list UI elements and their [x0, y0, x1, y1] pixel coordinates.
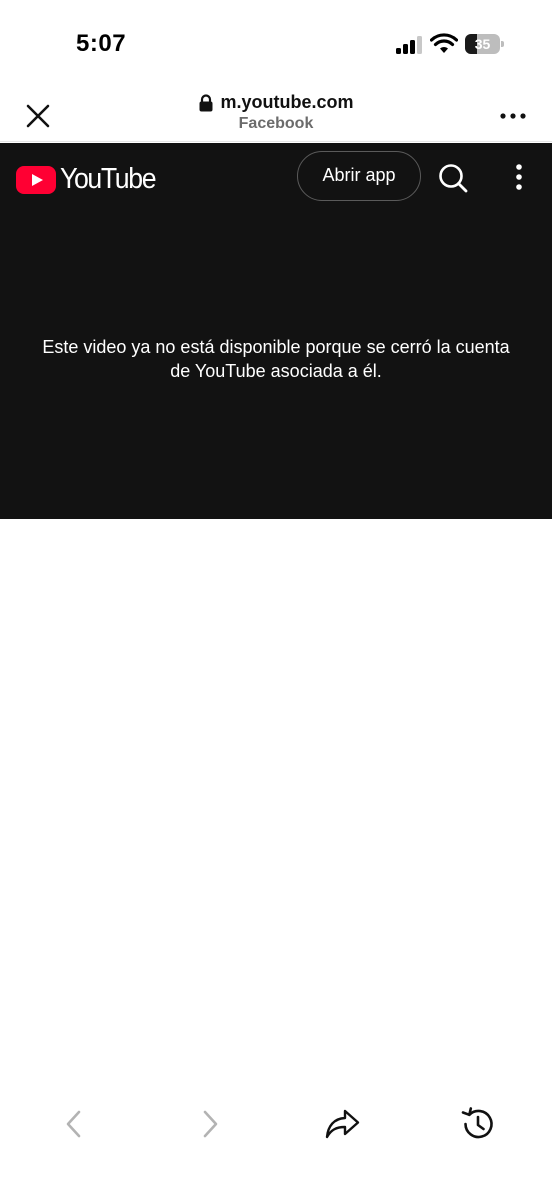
url-line: m.youtube.com [126, 92, 426, 113]
source-app-label: Facebook [238, 115, 314, 132]
share-icon[interactable] [323, 1104, 363, 1144]
cellular-signal-icon [396, 36, 424, 54]
youtube-logo-icon [16, 165, 56, 194]
close-icon[interactable] [22, 100, 54, 132]
vertical-dots-icon[interactable] [508, 162, 530, 192]
open-app-button[interactable]: Abrir app [297, 151, 421, 201]
forward-icon[interactable] [190, 1104, 230, 1144]
video-unavailable-message: Este video ya no está disponible porque … [16, 335, 536, 383]
wifi-icon [430, 33, 458, 53]
signal-bar [396, 48, 401, 54]
url-block[interactable]: m.youtube.com Facebook [126, 92, 426, 133]
battery-level: 35 [474, 36, 491, 52]
page: 5:07 35 m.youtube.com Facebook YouTube A… [0, 0, 552, 1200]
bottom-toolbar [0, 1096, 552, 1156]
url-text: m.youtube.com [220, 92, 354, 112]
youtube-logo[interactable]: YouTube [16, 163, 163, 196]
browser-header: m.youtube.com Facebook [0, 88, 552, 142]
battery-icon: 35 [465, 34, 505, 54]
youtube-logo-text: YouTube [60, 163, 157, 195]
signal-bar [417, 36, 422, 54]
error-line-1: Este video ya no está disponible porque … [42, 337, 510, 357]
battery-nub [501, 41, 504, 47]
youtube-player-area: YouTube Abrir app Este video ya no está … [0, 143, 552, 519]
more-icon[interactable] [498, 106, 528, 126]
signal-bar [403, 44, 408, 54]
status-bar: 5:07 35 [0, 0, 552, 88]
signal-bar [410, 40, 415, 54]
back-icon[interactable] [54, 1104, 94, 1144]
history-icon[interactable] [458, 1104, 498, 1144]
lock-icon [199, 93, 213, 111]
error-line-2: de YouTube asociada a él. [170, 361, 382, 381]
search-icon[interactable] [436, 161, 470, 195]
battery-body: 35 [465, 34, 500, 54]
status-time: 5:07 [76, 30, 127, 57]
